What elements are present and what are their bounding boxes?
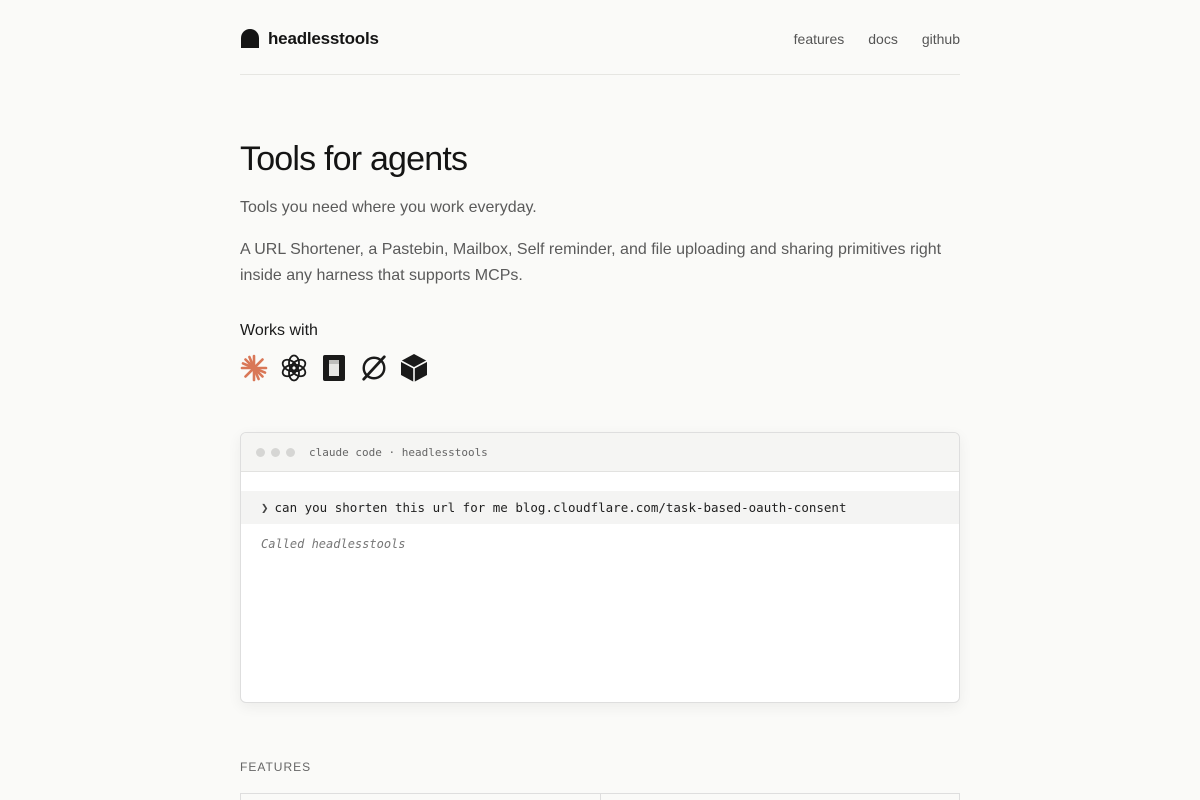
- page-title: Tools for agents: [240, 140, 468, 178]
- feature-card: [599, 794, 960, 800]
- cursor-icon: [320, 352, 348, 384]
- openai-icon: [280, 352, 308, 384]
- tool-call-status: Called headlesstools: [261, 537, 406, 551]
- perplexity-icon: [360, 352, 388, 384]
- feature-card: [241, 794, 600, 800]
- nav-link-docs[interactable]: docs: [868, 31, 898, 47]
- features-grid: [240, 793, 960, 800]
- terminal-title: claude code · headlesstools: [309, 445, 488, 459]
- prompt-text: can you shorten this url for me blog.clo…: [274, 500, 847, 515]
- claude-icon: [240, 352, 268, 384]
- window-dot-minimize[interactable]: [271, 447, 280, 457]
- site-header: headlesstools features docs github: [240, 0, 960, 75]
- works-with-label: Works with: [240, 322, 318, 339]
- brand-logo[interactable]: headlesstools: [240, 29, 379, 49]
- top-nav: features docs github: [794, 31, 960, 47]
- works-with-icons: [240, 352, 428, 384]
- terminal-titlebar: claude code · headlesstools: [241, 433, 959, 472]
- window-dot-maximize[interactable]: [286, 447, 295, 457]
- window-dot-close[interactable]: [256, 447, 265, 457]
- brand-name: headlesstools: [268, 28, 379, 48]
- prompt-caret-icon: ❯: [261, 500, 269, 515]
- logo-mark-icon: [241, 29, 259, 48]
- terminal-window: claude code · headlesstools ❯ can you sh…: [240, 432, 960, 703]
- nav-link-features[interactable]: features: [794, 31, 845, 47]
- box-icon: [400, 352, 428, 384]
- terminal-prompt-line: ❯ can you shorten this url for me blog.c…: [241, 491, 959, 524]
- page-description: A URL Shortener, a Pastebin, Mailbox, Se…: [240, 241, 942, 284]
- features-heading: FEATURES: [240, 760, 312, 774]
- page: headlesstools features docs github Tools…: [240, 0, 960, 800]
- page-subtitle: Tools you need where you work everyday.: [240, 199, 537, 216]
- nav-link-github[interactable]: github: [922, 31, 960, 47]
